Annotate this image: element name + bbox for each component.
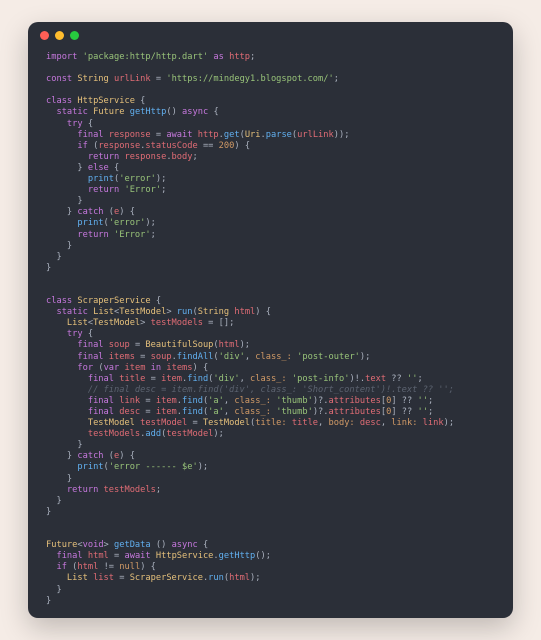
code-content: import 'package:http/http.dart' as http;…	[28, 48, 513, 607]
window-titlebar	[28, 22, 513, 48]
source-code: import 'package:http/http.dart' as http;…	[46, 52, 513, 607]
code-editor-window: import 'package:http/http.dart' as http;…	[28, 22, 513, 618]
maximize-icon[interactable]	[70, 31, 79, 40]
close-icon[interactable]	[40, 31, 49, 40]
minimize-icon[interactable]	[55, 31, 64, 40]
